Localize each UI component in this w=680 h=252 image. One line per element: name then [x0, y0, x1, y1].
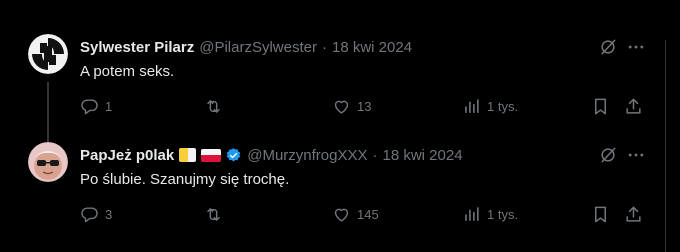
views-icon — [465, 98, 479, 113]
views-count: 1 tys. — [487, 98, 519, 114]
tweet[interactable]: Sylwester Pilarz @PilarzSylwester · 18 k… — [0, 22, 680, 142]
share-icon — [626, 206, 641, 222]
poland-flag-icon — [201, 148, 222, 162]
more-icon[interactable] — [626, 145, 646, 165]
grok-icon[interactable] — [598, 145, 618, 165]
grok-icon[interactable] — [598, 37, 618, 57]
separator: · — [372, 146, 378, 164]
reply-button[interactable]: 1 — [80, 95, 112, 117]
bookmark-button[interactable] — [591, 95, 610, 117]
reply-icon — [81, 206, 98, 222]
views-button[interactable]: 1 tys. — [462, 203, 518, 225]
views-count: 1 tys. — [487, 206, 519, 222]
share-button[interactable] — [624, 95, 643, 117]
author-name[interactable]: Sylwester Pilarz — [80, 39, 194, 56]
verified-badge-icon[interactable] — [225, 147, 242, 164]
retweet-button[interactable] — [204, 203, 229, 225]
tweet-date[interactable]: 18 kwi 2024 — [382, 147, 462, 164]
tweet-text: A potem seks. — [80, 63, 175, 80]
like-button[interactable]: 145 — [332, 203, 379, 225]
reply-count: 1 — [105, 98, 113, 114]
action-bar: 3 145 1 tys. — [76, 203, 652, 225]
tweet-header: Sylwester Pilarz @PilarzSylwester · 18 k… — [80, 37, 412, 57]
tweet[interactable]: PapJeż p0lak @MurzynfrogXXX · 18 kwi 202… — [0, 130, 680, 252]
views-icon — [465, 206, 479, 221]
retweet-icon — [207, 99, 220, 113]
action-bar: 1 13 1 tys. — [76, 95, 652, 117]
like-count: 145 — [357, 206, 379, 222]
vatican-flag-icon — [179, 148, 197, 162]
author-handle[interactable]: @PilarzSylwester — [199, 39, 317, 56]
more-icon[interactable] — [626, 37, 646, 57]
share-button[interactable] — [624, 203, 643, 225]
retweet-button[interactable] — [204, 95, 229, 117]
reply-count: 3 — [105, 206, 113, 222]
tweet-header: PapJeż p0lak @MurzynfrogXXX · 18 kwi 202… — [80, 145, 463, 165]
retweet-icon — [207, 207, 220, 221]
heart-icon — [334, 100, 349, 114]
tweet-date[interactable]: 18 kwi 2024 — [332, 39, 412, 56]
like-count: 13 — [357, 98, 372, 114]
like-button[interactable]: 13 — [332, 95, 371, 117]
share-icon — [626, 98, 641, 114]
bookmark-icon — [594, 98, 607, 114]
separator: · — [322, 38, 327, 56]
bookmark-button[interactable] — [591, 203, 610, 225]
tweet-text: Po ślubie. Szanujmy się trochę. — [80, 171, 290, 188]
author-handle[interactable]: @MurzynfrogXXX — [247, 147, 367, 164]
avatar[interactable] — [28, 142, 68, 182]
bookmark-icon — [594, 206, 607, 222]
heart-icon — [334, 208, 349, 222]
reply-icon — [81, 98, 98, 114]
avatar[interactable] — [28, 34, 68, 74]
reply-button[interactable]: 3 — [80, 203, 112, 225]
author-name[interactable]: PapJeż p0lak — [80, 147, 174, 164]
views-button[interactable]: 1 tys. — [462, 95, 518, 117]
